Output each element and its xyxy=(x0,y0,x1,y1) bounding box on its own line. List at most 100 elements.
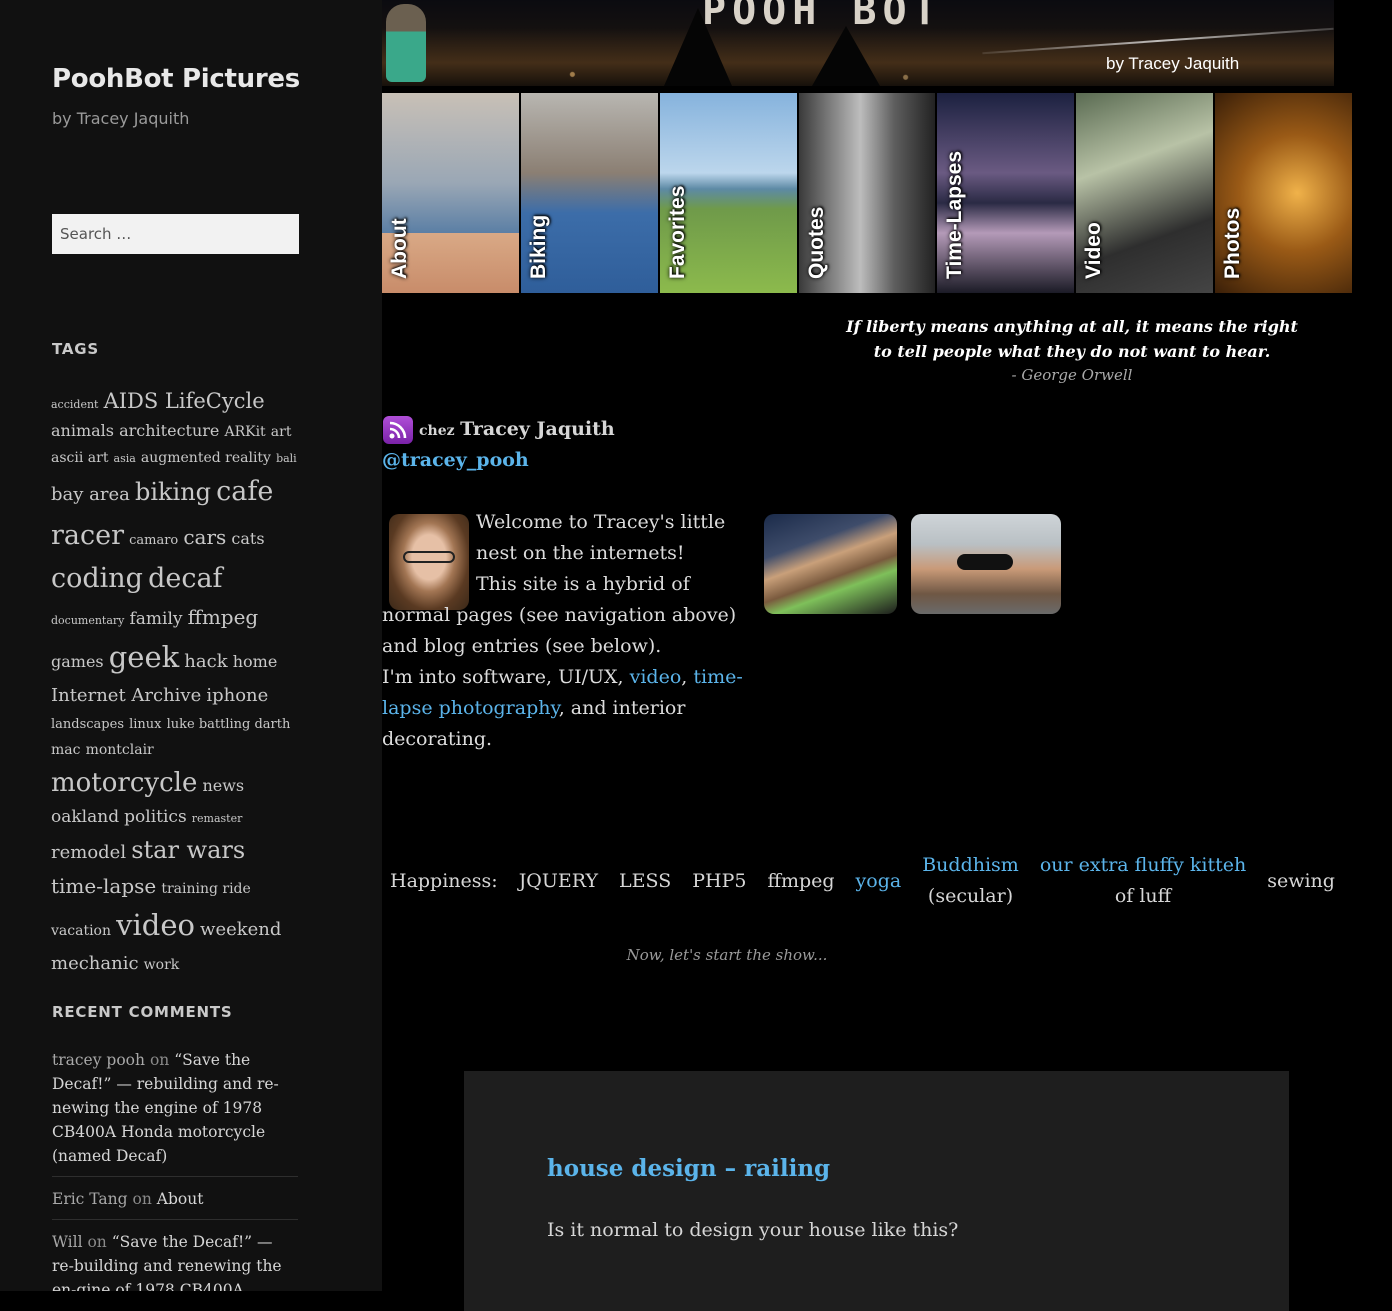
tag-link[interactable]: landscapes xyxy=(51,717,124,732)
tag-link[interactable]: politics xyxy=(124,807,187,827)
tag-link[interactable]: games xyxy=(51,652,104,671)
banner-byline: by Tracey Jaquith xyxy=(1106,54,1240,73)
tag-link[interactable]: training ride xyxy=(161,881,250,897)
happiness-item-kitteh: our extra fluffy kitteh of luff xyxy=(1040,850,1246,912)
tag-link[interactable]: augmented reality xyxy=(141,450,271,466)
nav-tile-favorites[interactable]: Favorites xyxy=(659,93,797,293)
tag-link[interactable]: time-lapse xyxy=(51,874,156,898)
comment-author[interactable]: tracey pooh xyxy=(52,1051,145,1069)
comment-on: on xyxy=(149,1051,170,1069)
chez-heading: chez Tracey Jaquith xyxy=(419,418,615,440)
tag-link[interactable]: AIDS LifeCycle xyxy=(104,389,265,413)
tag-link[interactable]: ffmpeg xyxy=(188,605,259,629)
tag-link[interactable]: cars xyxy=(183,525,226,549)
kitteh-note: of luff xyxy=(1114,885,1172,907)
tag-link[interactable]: asia xyxy=(114,452,136,465)
recent-comment-item: Eric Tang on About xyxy=(52,1187,298,1220)
tag-link[interactable]: remaster xyxy=(192,812,243,825)
banner-mascot-image xyxy=(386,4,426,82)
comment-on: on xyxy=(132,1190,152,1208)
tag-link[interactable]: camaro xyxy=(129,533,178,548)
site-title[interactable]: PoohBot Pictures xyxy=(52,64,300,94)
tag-link[interactable]: hack xyxy=(184,651,227,672)
tag-link[interactable]: geek xyxy=(109,640,179,674)
tag-link[interactable]: iphone xyxy=(206,685,268,706)
tag-link[interactable]: ascii art xyxy=(51,450,108,466)
tag-link[interactable]: accident xyxy=(51,398,98,411)
tag-link[interactable]: home xyxy=(233,652,278,671)
header-banner[interactable]: POOH BOT by Tracey Jaquith xyxy=(382,0,1334,86)
tag-link[interactable]: architecture xyxy=(119,421,219,440)
buddhism-link[interactable]: Buddhism xyxy=(922,854,1019,876)
tag-link[interactable]: bali xyxy=(276,452,297,465)
video-link[interactable]: video xyxy=(630,666,682,688)
tag-link[interactable]: linux xyxy=(129,717,161,732)
recent-comment-item: Will on “Save the Decaf!” — re-building … xyxy=(52,1230,298,1291)
tag-link[interactable]: work xyxy=(144,957,180,973)
nav-tile-label: About xyxy=(388,218,411,279)
photo-man-sunglasses xyxy=(911,514,1061,614)
tag-link[interactable]: news xyxy=(202,776,244,795)
kitteh-link[interactable]: our extra fluffy kitteh xyxy=(1040,854,1246,876)
tag-link[interactable]: coding xyxy=(51,563,143,594)
tag-cloud: accident AIDS LifeCycle animals architec… xyxy=(51,384,301,979)
tag-link[interactable]: remodel xyxy=(51,842,126,863)
welcome-comma: , xyxy=(681,666,694,688)
rss-icon[interactable] xyxy=(383,416,413,444)
nav-tile-label: Quotes xyxy=(804,206,828,279)
tag-link[interactable]: art xyxy=(271,424,292,440)
tag-link[interactable]: mac xyxy=(51,742,80,758)
tag-link[interactable]: motorcycle xyxy=(51,768,197,798)
post-title-link[interactable]: house design – railing xyxy=(547,1155,830,1182)
chez-name: Tracey Jaquith xyxy=(460,418,615,440)
happiness-item: ffmpeg xyxy=(767,869,835,892)
tag-link[interactable]: oakland xyxy=(51,807,119,827)
comment-post-link[interactable]: About xyxy=(157,1190,204,1208)
nav-tile-photos[interactable]: Photos xyxy=(1215,93,1353,293)
nav-tile-quotes[interactable]: Quotes xyxy=(798,93,936,293)
search-input[interactable] xyxy=(52,214,299,254)
happiness-item-sewing: sewing xyxy=(1267,869,1335,892)
tag-link[interactable]: star wars xyxy=(131,836,245,864)
comment-author[interactable]: Eric Tang xyxy=(52,1190,128,1208)
photo-navigation: About Biking Favorites Quotes Time-Lapses Vid… xyxy=(382,93,1353,293)
comment-author[interactable]: Will xyxy=(52,1233,83,1251)
tag-link[interactable]: Internet Archive xyxy=(51,685,201,706)
tag-link[interactable]: ARKit xyxy=(224,424,265,440)
welcome-line: I'm into software, UI/UX, xyxy=(382,666,630,688)
nav-tile-label: Biking xyxy=(526,214,550,279)
quote-text: If liberty means anything at all, it mea… xyxy=(830,314,1314,364)
site-description: by Tracey Jaquith xyxy=(52,109,190,128)
comment-on: on xyxy=(87,1233,107,1251)
welcome-text: Welcome to Tracey's little nest on the i… xyxy=(382,507,752,755)
happiness-item: JQUERY xyxy=(518,869,599,892)
tag-link[interactable]: vacation xyxy=(51,923,111,939)
nav-tile-biking[interactable]: Biking xyxy=(520,93,658,293)
tag-link[interactable]: animals xyxy=(51,421,114,440)
tag-link[interactable]: decaf xyxy=(148,563,222,594)
twitter-link[interactable]: @tracey_pooh xyxy=(382,449,529,471)
nav-tile-video[interactable]: Video xyxy=(1076,93,1214,293)
nav-tile-label: Time-Lapses xyxy=(943,151,967,279)
tag-link[interactable]: cats xyxy=(231,529,264,548)
recent-comments-list: tracey pooh on “Save the Decaf!” — rebui… xyxy=(52,1048,298,1291)
nav-tile-label: Favorites xyxy=(665,185,689,279)
tag-link[interactable]: family xyxy=(129,609,182,629)
photo-man-smiling xyxy=(764,514,897,614)
recent-comments-title: RECENT COMMENTS xyxy=(52,1003,233,1021)
welcome-line: Welcome to Tracey's little nest on the i… xyxy=(476,511,726,564)
show-start-text: Now, let's start the show... xyxy=(626,946,828,964)
quote-author: - George Orwell xyxy=(1011,366,1133,384)
tag-link[interactable]: montclair xyxy=(86,742,154,758)
chez-prefix: chez xyxy=(419,423,455,439)
nav-tile-time-lapses[interactable]: Time-Lapses xyxy=(937,93,1075,293)
tag-link[interactable]: video xyxy=(116,908,195,942)
happiness-item[interactable]: yoga xyxy=(856,866,902,897)
tag-link[interactable]: luke battling darth xyxy=(167,717,291,732)
banner-logo: POOH BOT xyxy=(702,0,943,34)
tag-link[interactable]: biking xyxy=(135,478,211,506)
tag-link[interactable]: bay area xyxy=(51,484,130,505)
quote-line: If liberty means anything at all, it mea… xyxy=(846,317,1298,336)
tag-link[interactable]: documentary xyxy=(51,614,124,627)
nav-tile-about[interactable]: About xyxy=(382,93,519,293)
